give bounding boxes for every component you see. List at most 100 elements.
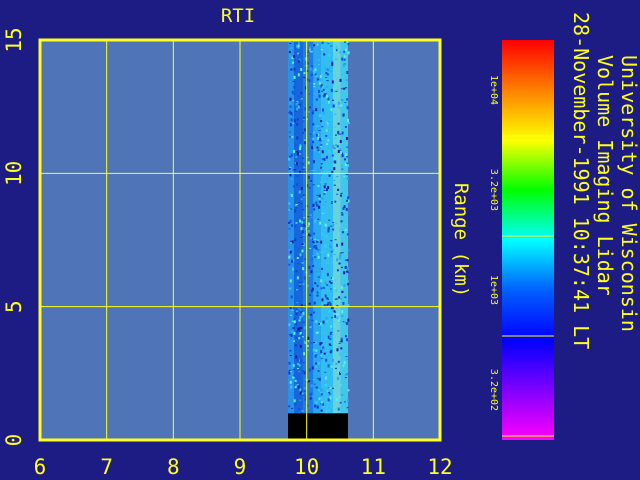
- data-speckle: [318, 64, 321, 66]
- data-speckle: [289, 54, 291, 58]
- data-speckle: [293, 320, 296, 324]
- data-speckle: [319, 221, 322, 225]
- data-speckle: [312, 348, 315, 352]
- data-speckle: [326, 155, 328, 159]
- data-speckle: [303, 128, 306, 132]
- data-speckle: [318, 80, 321, 82]
- data-speckle: [342, 260, 345, 262]
- data-speckle: [331, 62, 334, 66]
- data-speckle: [308, 275, 311, 277]
- data-speckle: [323, 204, 326, 206]
- data-speckle: [340, 266, 343, 268]
- data-speckle: [295, 156, 298, 158]
- data-speckle: [312, 379, 315, 381]
- data-speckle: [326, 273, 329, 277]
- data-speckle: [289, 67, 292, 69]
- data-speckle: [313, 311, 315, 314]
- data-speckle: [318, 332, 321, 334]
- data-speckle: [309, 236, 312, 240]
- data-speckle: [327, 139, 330, 142]
- data-speckle: [346, 156, 349, 158]
- data-speckle: [310, 180, 313, 183]
- data-speckle: [310, 270, 313, 274]
- data-speckle: [341, 154, 344, 158]
- data-speckle: [299, 359, 302, 363]
- data-speckle: [332, 228, 335, 231]
- data-speckle: [298, 330, 301, 332]
- data-speckle: [292, 368, 295, 370]
- data-speckle: [318, 151, 321, 153]
- data-speckle: [338, 346, 341, 348]
- data-speckle: [336, 243, 338, 247]
- data-speckle: [295, 107, 298, 111]
- data-speckle: [334, 200, 337, 203]
- data-speckle: [312, 203, 315, 207]
- data-speckle: [320, 84, 323, 86]
- data-speckle: [335, 289, 338, 292]
- data-speckle: [344, 259, 347, 261]
- data-speckle: [343, 182, 346, 185]
- data-speckle: [320, 181, 323, 184]
- data-speckle: [332, 144, 335, 148]
- data-speckle: [318, 397, 321, 401]
- data-speckle: [344, 266, 347, 269]
- data-speckle: [318, 361, 321, 365]
- data-speckle: [307, 111, 310, 113]
- data-speckle: [320, 358, 323, 360]
- data-speckle: [332, 222, 335, 224]
- data-speckle: [322, 111, 325, 115]
- data-speckle: [332, 104, 335, 108]
- data-speckle: [326, 303, 329, 306]
- data-speckle: [318, 200, 321, 203]
- data-speckle: [313, 44, 316, 47]
- data-speckle: [345, 301, 348, 303]
- data-speckle: [312, 265, 315, 267]
- data-speckle: [320, 409, 323, 412]
- data-speckle: [315, 365, 318, 368]
- x-tick-label: 10: [294, 455, 319, 479]
- data-speckle: [337, 330, 340, 332]
- data-speckle: [323, 227, 326, 229]
- data-speckle: [294, 144, 297, 146]
- data-speckle: [320, 163, 323, 165]
- data-speckle: [342, 63, 345, 67]
- data-speckle: [336, 145, 339, 148]
- data-speckle: [323, 347, 326, 350]
- data-speckle: [295, 331, 298, 333]
- data-speckle: [302, 157, 304, 159]
- data-speckle: [288, 51, 291, 54]
- data-speckle: [288, 323, 291, 327]
- data-speckle: [331, 159, 334, 161]
- data-speckle: [291, 224, 293, 227]
- data-speckle: [301, 410, 304, 412]
- data-speckle: [303, 139, 306, 141]
- data-speckle: [340, 192, 343, 194]
- data-speckle: [297, 95, 300, 97]
- data-speckle: [301, 314, 304, 317]
- chart-title: RTI: [221, 5, 255, 27]
- data-speckle: [336, 398, 339, 402]
- data-speckle: [327, 100, 330, 104]
- data-speckle: [325, 376, 327, 380]
- data-speckle: [335, 134, 337, 136]
- y-axis-label: Range (km): [450, 183, 472, 297]
- data-speckle: [330, 71, 333, 73]
- data-speckle: [346, 322, 348, 326]
- data-speckle: [296, 257, 299, 259]
- data-speckle: [304, 398, 307, 401]
- data-speckle: [296, 302, 299, 304]
- data-speckle: [346, 212, 349, 214]
- data-speckle: [288, 228, 291, 230]
- data-speckle: [292, 122, 295, 124]
- data-speckle: [331, 201, 333, 203]
- data-speckle: [324, 67, 327, 71]
- data-speckle: [292, 327, 295, 330]
- data-speckle: [315, 188, 317, 192]
- data-speckle: [315, 320, 318, 323]
- data-speckle: [326, 73, 329, 76]
- data-speckle: [293, 331, 296, 335]
- data-speckle: [289, 166, 292, 168]
- data-speckle: [290, 314, 292, 316]
- data-speckle: [330, 365, 333, 368]
- data-speckle: [289, 287, 292, 290]
